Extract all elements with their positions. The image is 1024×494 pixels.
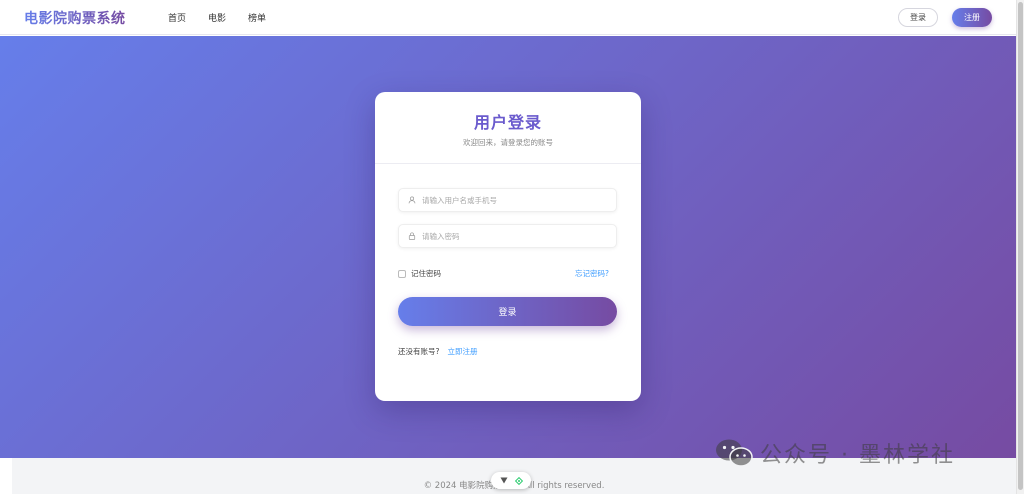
nav-item-rankings[interactable]: 榜单 — [248, 11, 266, 24]
login-subtitle: 欢迎回来，请登录您的账号 — [463, 138, 553, 147]
top-navbar: 电影院购票系统 首页 电影 榜单 登录 注册 — [0, 0, 1016, 35]
diamond-icon[interactable] — [514, 476, 523, 485]
triangle-down-icon[interactable] — [500, 477, 508, 484]
header-login-button[interactable]: 登录 — [898, 8, 938, 27]
brand-logo-text[interactable]: 电影院购票系统 — [24, 8, 126, 28]
user-icon — [408, 196, 416, 204]
page-scrollbar[interactable] — [1016, 0, 1024, 494]
signup-question: 还没有账号? — [398, 347, 440, 356]
lock-icon — [408, 232, 416, 240]
signup-link[interactable]: 立即注册 — [447, 346, 477, 357]
login-submit-button[interactable]: 登录 — [398, 297, 617, 326]
header-register-button[interactable]: 注册 — [952, 8, 992, 27]
signup-prompt: 还没有账号? 立即注册 — [398, 346, 477, 357]
wechat-icon — [716, 439, 753, 467]
floating-toolbar[interactable] — [491, 472, 531, 489]
remember-label: 记住密码 — [411, 269, 441, 278]
watermark-text: 公众号 · 墨林学社 — [760, 443, 955, 468]
nav-item-movies[interactable]: 电影 — [208, 11, 226, 24]
card-divider — [375, 163, 641, 164]
watermark: 公众号 · 墨林学社 — [714, 437, 955, 469]
username-input[interactable] — [422, 195, 612, 205]
remember-checkbox[interactable] — [398, 269, 406, 278]
login-card: 用户登录 欢迎回来，请登录您的账号 记住密码 忘记密码? 登录 还没有账号? 立… — [375, 92, 641, 401]
password-field[interactable] — [398, 224, 617, 248]
username-field[interactable] — [398, 188, 617, 212]
scrollbar-thumb[interactable] — [1018, 2, 1023, 490]
login-title: 用户登录 — [473, 113, 542, 132]
forgot-password-link[interactable]: 忘记密码? — [575, 268, 609, 279]
nav-item-home[interactable]: 首页 — [168, 11, 186, 24]
remember-password[interactable]: 记住密码 — [398, 268, 441, 279]
password-input[interactable] — [422, 231, 612, 241]
